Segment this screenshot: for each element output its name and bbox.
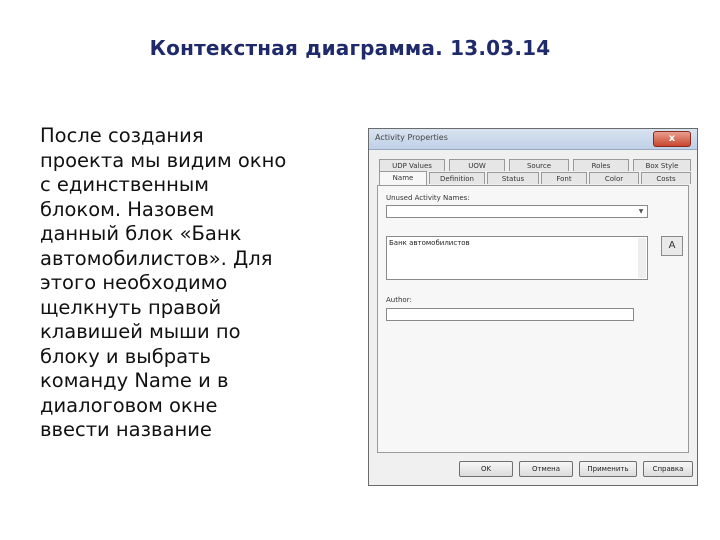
ok-button[interactable]: OK (459, 461, 513, 477)
body-line: проекта мы видим окно (40, 148, 287, 172)
cancel-button[interactable]: Отмена (519, 461, 573, 477)
slide-body-text: После создания проекта мы видим окно с е… (40, 124, 358, 443)
unused-names-dropdown[interactable]: ▼ (386, 205, 648, 218)
body-line: автомобилистов». Для (40, 246, 273, 270)
close-button[interactable]: x (653, 131, 691, 147)
body-line: После создания (40, 124, 204, 147)
tab-costs[interactable]: Costs (641, 172, 691, 184)
body-line: этого необходимо (40, 271, 228, 294)
spell-check-button[interactable]: A (661, 236, 683, 256)
author-label: Author: (386, 296, 412, 304)
tab-roles[interactable]: Roles (573, 159, 629, 171)
spell-check-icon: A (668, 240, 676, 251)
tab-color[interactable]: Color (589, 172, 639, 184)
body-line: ввести название (40, 418, 212, 441)
body-line: клавишей мыши по (40, 320, 241, 343)
chevron-down-icon[interactable]: ▼ (636, 207, 646, 216)
body-line: блоку и выбрать (40, 344, 211, 368)
tab-font[interactable]: Font (541, 172, 587, 184)
apply-button[interactable]: Применить (579, 461, 637, 477)
body-line: с единственным (40, 173, 209, 196)
tab-source[interactable]: Source (509, 159, 569, 171)
activity-name-input[interactable]: Банк автомобилистов (386, 236, 648, 280)
help-button[interactable]: Справка (643, 461, 693, 477)
tab-box-style[interactable]: Box Style (633, 159, 691, 171)
tab-status[interactable]: Status (487, 172, 539, 184)
tabs-row-bottom: Name Definition Status Font Color Costs (379, 171, 691, 185)
tab-uow[interactable]: UOW (449, 159, 505, 171)
body-line: данный блок «Банк (40, 222, 242, 245)
activity-name-scrollbar[interactable] (638, 238, 646, 278)
slide-title: Контекстная диаграмма. 13.03.14 (149, 36, 551, 60)
activity-properties-dialog: Activity Properties x UDP Values UOW Sou… (368, 128, 698, 486)
tab-name[interactable]: Name (379, 171, 427, 185)
dialog-titlebar[interactable]: Activity Properties x (369, 129, 697, 150)
tab-udp-values[interactable]: UDP Values (379, 159, 445, 171)
body-line: диалоговом окне (40, 393, 218, 417)
activity-name-value: Банк автомобилистов (389, 239, 470, 247)
author-input[interactable] (386, 308, 634, 321)
body-line: команду Name и в (40, 369, 229, 392)
dialog-title: Activity Properties (375, 133, 448, 142)
close-icon: x (668, 133, 676, 144)
body-line: щелкнуть правой (40, 295, 222, 319)
name-tab-panel: Unused Activity Names: ▼ Банк автомобили… (377, 185, 689, 453)
tab-definition[interactable]: Definition (429, 172, 485, 184)
body-line: блоком. Назовем (40, 197, 215, 221)
unused-names-label: Unused Activity Names: (386, 194, 470, 202)
